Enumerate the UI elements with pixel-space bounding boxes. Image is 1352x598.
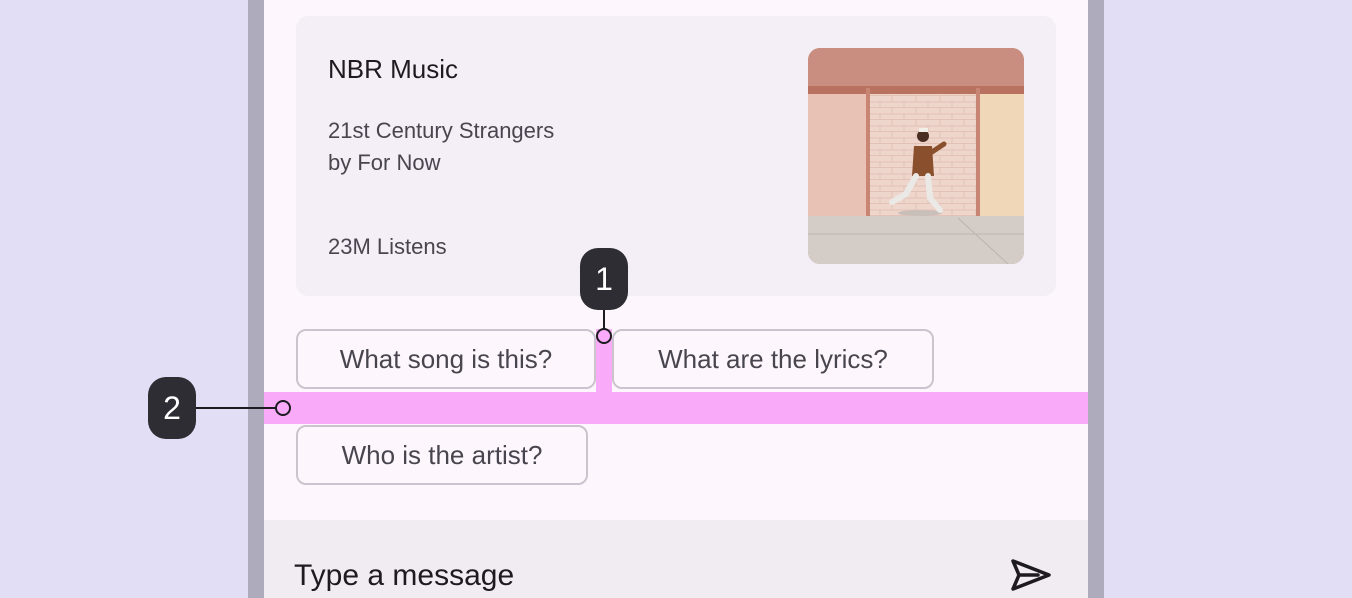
suggestion-chip-what-song[interactable]: What song is this? — [296, 329, 596, 389]
media-card[interactable]: NBR Music 21st Century Strangers by For … — [296, 16, 1056, 296]
song-info: 21st Century Strangers by For Now — [328, 115, 554, 179]
send-icon[interactable] — [1010, 558, 1052, 592]
suggestion-chip-artist[interactable]: Who is the artist? — [296, 425, 588, 485]
suggestion-chip-lyrics[interactable]: What are the lyrics? — [612, 329, 934, 389]
vertical-spacing-highlight — [596, 329, 612, 392]
annotation-badge-1: 1 — [580, 248, 628, 310]
song-title: 21st Century Strangers — [328, 118, 555, 143]
horizontal-spacing-highlight — [264, 392, 1088, 424]
annotation-badge-2: 2 — [148, 377, 196, 439]
listen-count: 23M Listens — [328, 234, 447, 259]
chat-screen: NBR Music 21st Century Strangers by For … — [264, 0, 1088, 598]
song-artist: by For Now — [328, 150, 441, 175]
card-title: NBR Music — [328, 54, 459, 84]
message-input[interactable] — [294, 556, 974, 596]
message-composer — [264, 520, 1088, 598]
album-art-image — [808, 48, 1024, 264]
